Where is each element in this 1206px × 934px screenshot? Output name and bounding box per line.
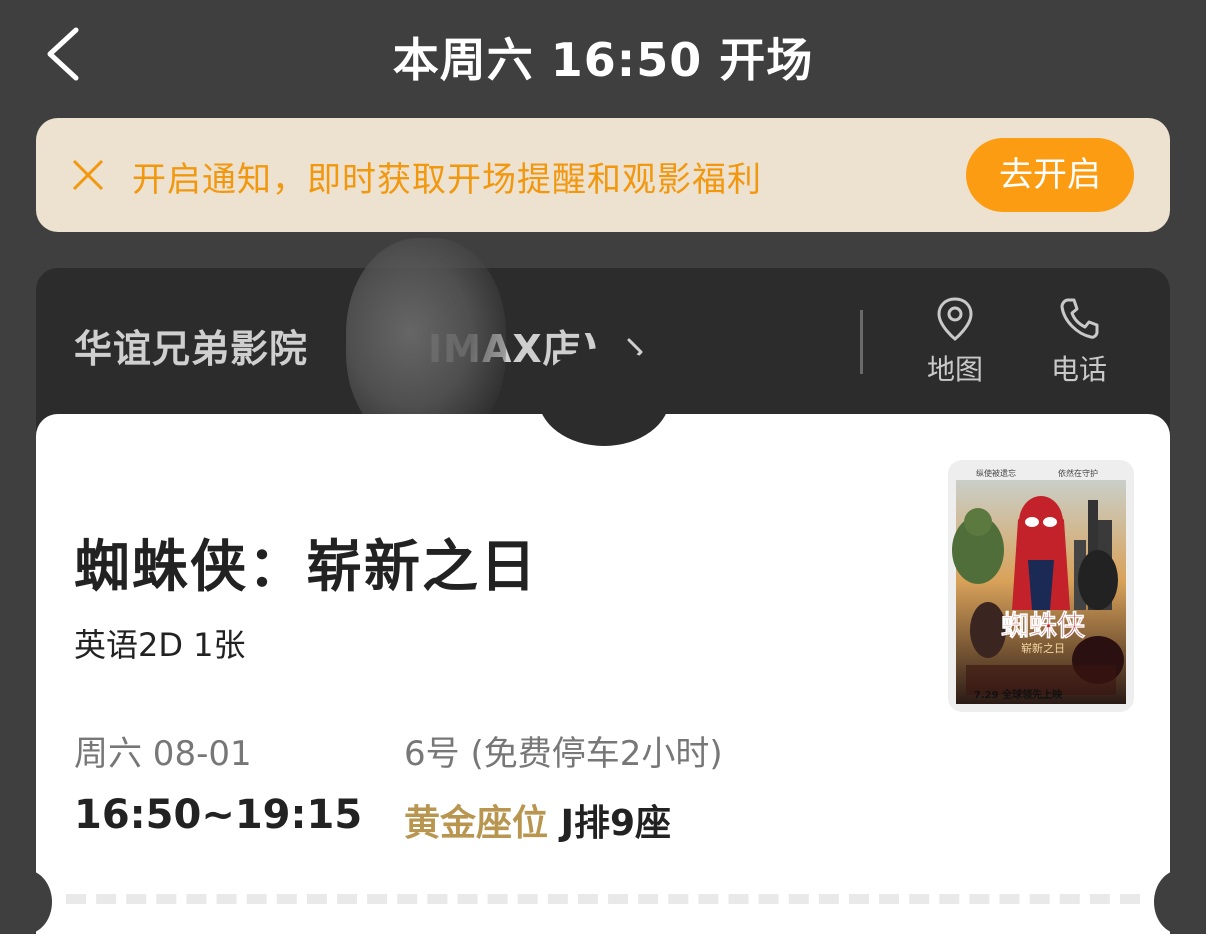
poster-title: 蜘蛛侠 bbox=[1001, 609, 1086, 642]
movie-title: 蜘蛛侠：崭新之日 bbox=[74, 535, 538, 600]
poster-subtitle: 崭新之日 bbox=[1021, 641, 1065, 655]
seat-number: J排9座 bbox=[560, 803, 672, 844]
ticket-divider bbox=[66, 894, 1140, 904]
movie-poster[interactable]: 纵使被遗忘 依然在守护 蜘蛛侠 崭新之日 7.29 全球领先上映 bbox=[948, 460, 1134, 712]
seat-level: 黄金座位 bbox=[404, 803, 549, 844]
phone-button[interactable]: 电话 bbox=[1034, 296, 1124, 388]
enable-notification-button[interactable]: 去开启 bbox=[966, 138, 1134, 212]
ticket-notch bbox=[538, 348, 670, 446]
hall-info: 6号 (免费停车2小时) bbox=[404, 734, 723, 774]
divider bbox=[860, 310, 863, 374]
map-label: 地图 bbox=[926, 353, 983, 386]
map-button[interactable]: 地图 bbox=[910, 296, 1000, 388]
phone-label: 电话 bbox=[1050, 353, 1107, 386]
ticket-notch-right bbox=[1154, 870, 1206, 934]
location-pin-icon bbox=[937, 297, 973, 341]
cinema-name: 华谊兄弟影院 bbox=[74, 327, 309, 371]
show-date: 周六 08-01 bbox=[74, 734, 252, 774]
ticket-card: 蜘蛛侠：崭新之日 英语2D 1张 纵使被遗忘 依然在守护 蜘蛛侠 崭新之日 7.… bbox=[0, 348, 1206, 934]
show-time: 16:50~19:15 bbox=[74, 792, 363, 838]
notification-banner: 开启通知，即时获取开场提醒和观影福利 去开启 bbox=[36, 118, 1170, 232]
seat-info: 黄金座位 J排9座 bbox=[404, 794, 671, 846]
page-title: 本周六 16:50 开场 bbox=[392, 33, 814, 87]
poster-image: 纵使被遗忘 依然在守护 蜘蛛侠 崭新之日 7.29 全球领先上映 bbox=[948, 460, 1134, 712]
poster-release: 7.29 全球领先上映 bbox=[974, 688, 1063, 701]
close-notice-button[interactable] bbox=[68, 155, 108, 195]
poster-tagline-right: 依然在守护 bbox=[1058, 468, 1098, 478]
movie-format: 英语2D 1张 bbox=[74, 626, 246, 664]
top-bar: 本周六 16:50 开场 bbox=[0, 0, 1206, 108]
poster-tagline-left: 纵使被遗忘 bbox=[976, 468, 1016, 478]
notice-text: 开启通知，即时获取开场提醒和观影福利 bbox=[132, 160, 762, 200]
phone-icon bbox=[1060, 298, 1099, 339]
close-icon bbox=[72, 159, 104, 191]
ticket-notch-left bbox=[0, 870, 52, 934]
